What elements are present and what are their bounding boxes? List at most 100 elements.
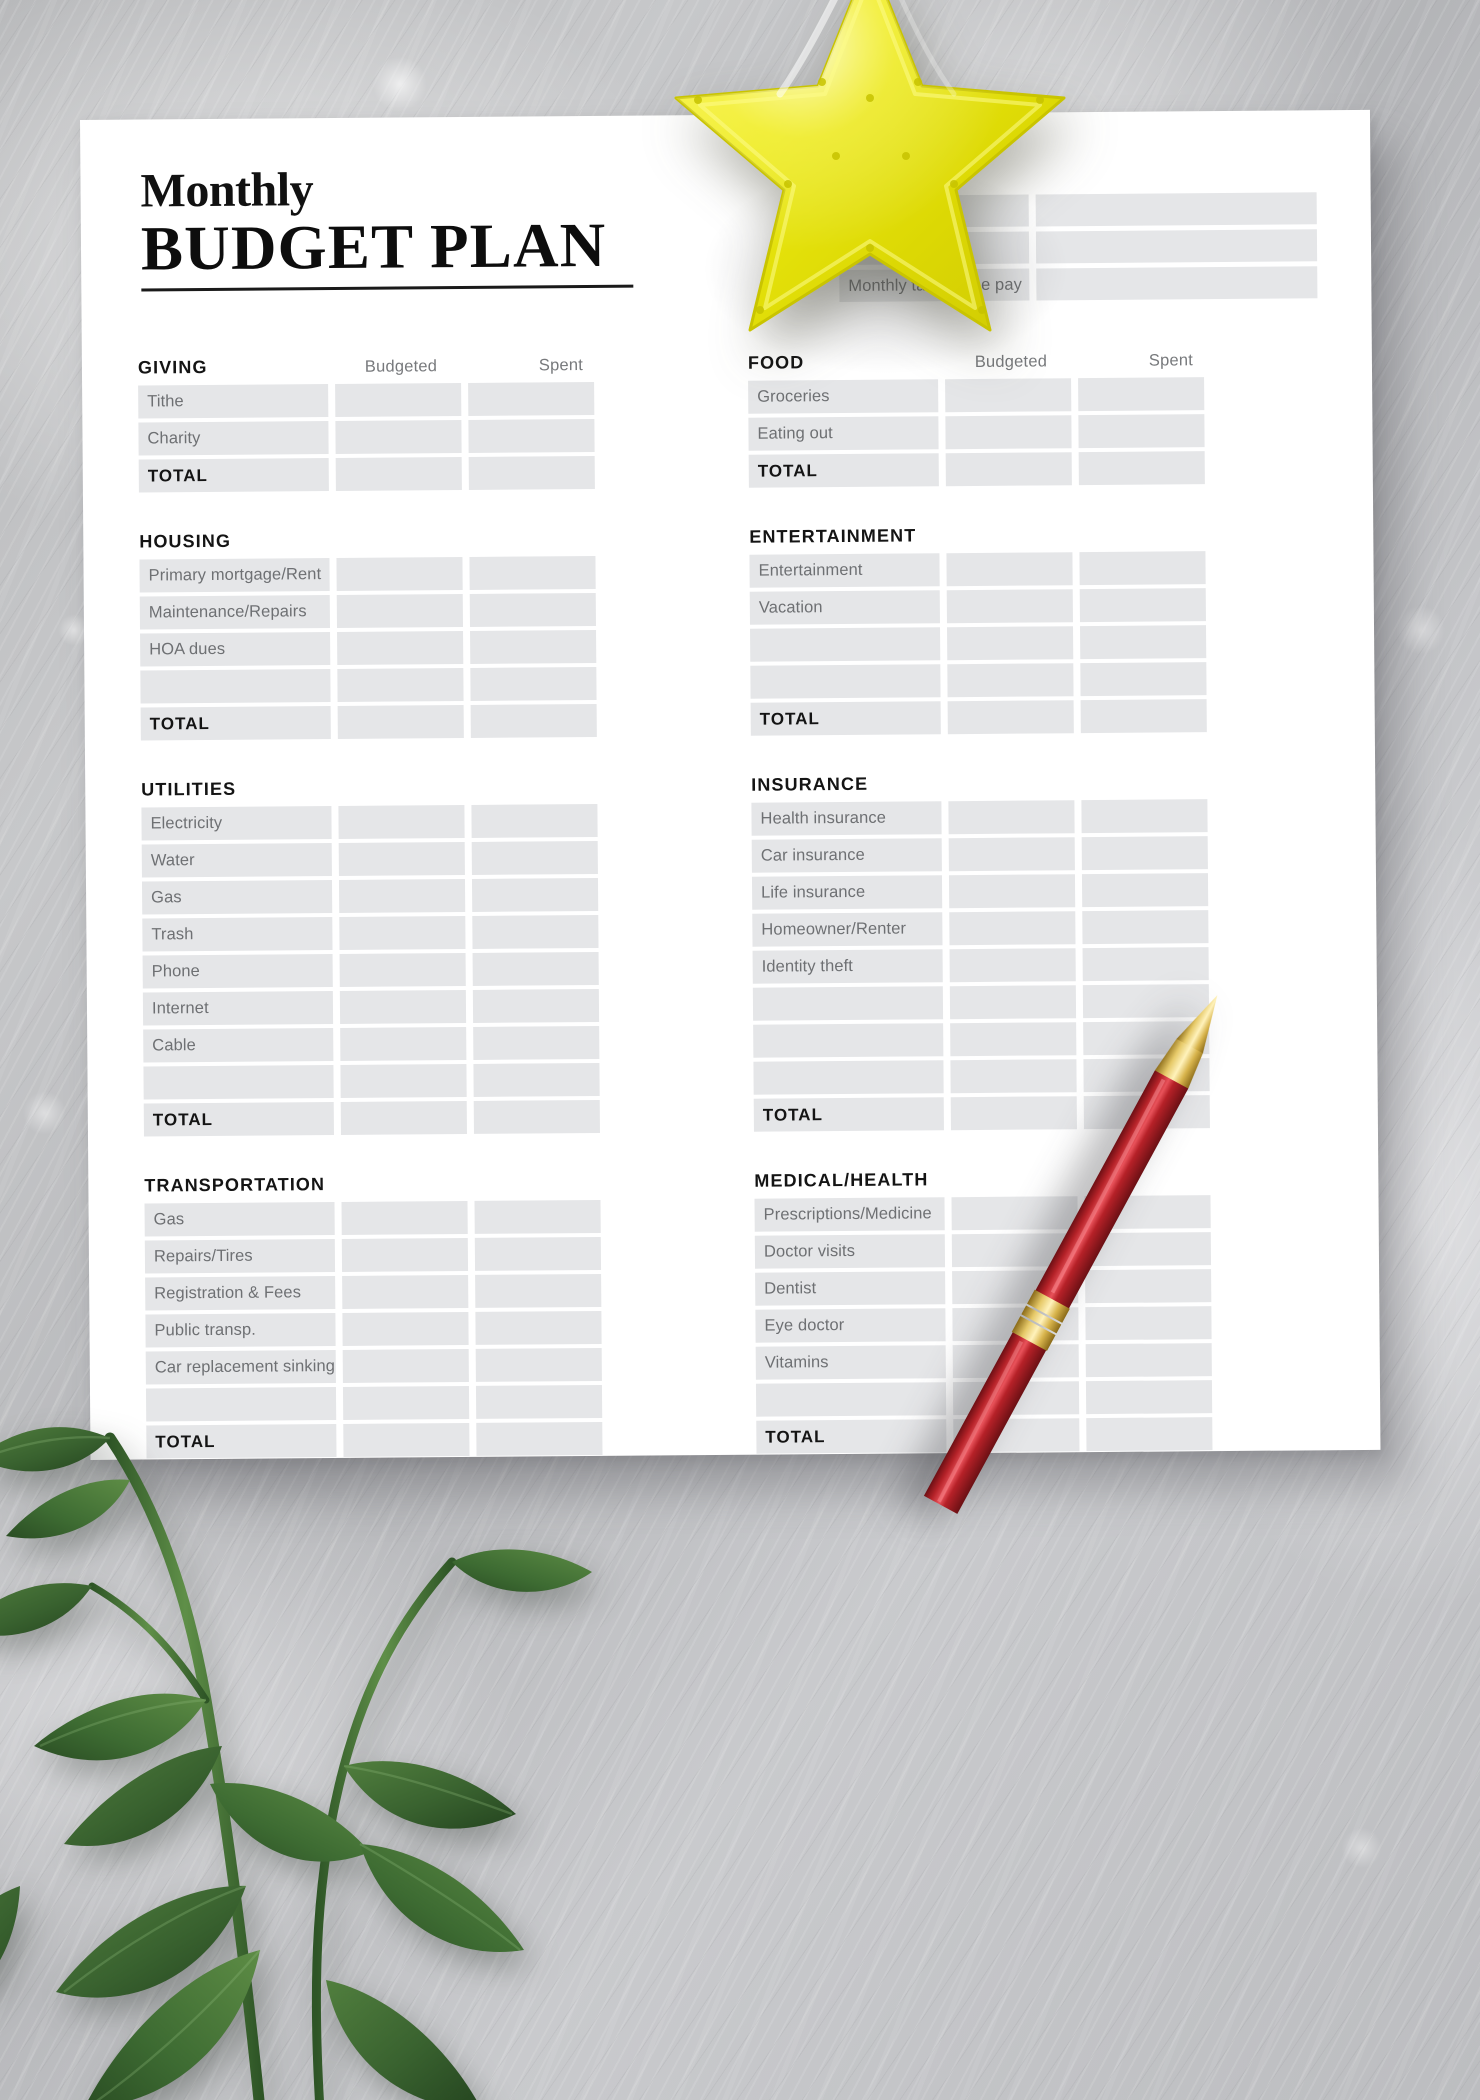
row-label[interactable]: Vacation [749, 590, 940, 625]
row-label[interactable]: Entertainment [749, 553, 940, 588]
spent-input[interactable] [472, 914, 599, 949]
budgeted-input[interactable] [947, 626, 1074, 661]
spent-input[interactable] [470, 629, 597, 664]
budgeted-input[interactable] [336, 594, 463, 628]
spent-input[interactable] [471, 803, 598, 838]
total-spent-input[interactable] [1080, 699, 1207, 734]
budgeted-input[interactable] [947, 663, 1074, 698]
budgeted-input[interactable] [946, 552, 1073, 587]
row-label[interactable]: Dentist [755, 1271, 946, 1306]
budgeted-input[interactable] [949, 911, 1076, 946]
total-budgeted-input[interactable] [950, 1096, 1077, 1131]
row-label[interactable]: Life insurance [751, 875, 943, 910]
budgeted-input[interactable] [335, 383, 462, 418]
spent-input[interactable] [1078, 377, 1205, 412]
row-label[interactable] [750, 627, 941, 662]
total-budgeted-input[interactable] [947, 700, 1074, 735]
row-label[interactable] [753, 1060, 944, 1095]
row-label[interactable] [755, 1382, 947, 1417]
spent-input[interactable] [1078, 414, 1205, 449]
budgeted-input[interactable] [949, 948, 1076, 983]
budgeted-input[interactable] [337, 631, 464, 665]
row-label[interactable]: Car insurance [751, 838, 942, 873]
budgeted-input[interactable] [948, 800, 1075, 835]
row-label[interactable]: Cable [143, 1028, 334, 1063]
spent-input[interactable] [1082, 947, 1209, 982]
spent-input[interactable] [472, 951, 599, 986]
budgeted-input[interactable] [336, 557, 463, 591]
row-label[interactable]: Eating out [748, 416, 939, 451]
spent-input[interactable] [1079, 551, 1206, 586]
row-label[interactable] [140, 669, 331, 704]
row-label[interactable]: Tithe [138, 384, 329, 419]
row-label[interactable]: Internet [142, 991, 334, 1026]
spent-input[interactable] [468, 381, 595, 416]
spent-input[interactable] [1085, 1380, 1213, 1415]
row-label[interactable]: Groceries [748, 379, 939, 414]
total-budgeted-input[interactable] [340, 1100, 467, 1135]
row-label[interactable]: Eye doctor [755, 1308, 946, 1343]
spent-input[interactable] [470, 666, 597, 701]
budgeted-input[interactable] [339, 915, 466, 950]
budgeted-input[interactable] [339, 989, 467, 1024]
row-label[interactable]: Homeowner/Renter [752, 912, 943, 947]
spent-input[interactable] [469, 555, 596, 590]
total-spent-input[interactable] [1086, 1417, 1213, 1452]
spent-input[interactable] [471, 877, 599, 912]
row-label[interactable]: Trash [142, 917, 333, 952]
spent-input[interactable] [473, 1062, 600, 1097]
total-budgeted-input[interactable] [337, 705, 464, 739]
row-label[interactable]: Electricity [141, 806, 332, 841]
spent-input[interactable] [472, 988, 600, 1023]
total-spent-input[interactable] [473, 1099, 600, 1134]
row-label[interactable] [750, 664, 941, 699]
row-label[interactable] [143, 1065, 334, 1100]
spent-input[interactable] [1085, 1343, 1212, 1378]
budgeted-input[interactable] [338, 878, 466, 913]
row-label[interactable]: Identity theft [752, 949, 943, 984]
budgeted-input[interactable] [948, 874, 1076, 909]
total-budgeted-input[interactable] [335, 457, 462, 492]
row-label[interactable] [752, 986, 944, 1021]
budgeted-input[interactable] [337, 668, 464, 702]
spent-input[interactable] [471, 840, 598, 875]
row-label[interactable]: Health insurance [751, 801, 942, 836]
spent-input[interactable] [473, 1025, 600, 1060]
row-label[interactable]: HOA dues [140, 632, 331, 667]
total-spent-input[interactable] [468, 455, 595, 490]
budgeted-input[interactable] [946, 589, 1073, 624]
budgeted-input[interactable] [340, 1026, 467, 1061]
total-budgeted-input[interactable] [945, 452, 1072, 487]
spent-input[interactable] [1082, 910, 1209, 945]
budgeted-input[interactable] [945, 415, 1072, 450]
budgeted-input[interactable] [950, 1022, 1077, 1057]
budgeted-input[interactable] [338, 805, 465, 839]
spent-input[interactable] [469, 592, 596, 627]
row-label[interactable]: Vitamins [755, 1345, 946, 1380]
spent-input[interactable] [1079, 588, 1206, 623]
budgeted-input[interactable] [340, 1063, 467, 1098]
spent-input[interactable] [1081, 873, 1209, 908]
budgeted-input[interactable] [335, 420, 462, 455]
row-label[interactable]: Primary mortgage/Rent [139, 558, 330, 593]
budgeted-input[interactable] [338, 842, 465, 876]
budgeted-input[interactable] [950, 1059, 1077, 1094]
spent-input[interactable] [1081, 799, 1208, 834]
budgeted-input[interactable] [945, 378, 1072, 413]
row-label[interactable]: Phone [142, 954, 333, 989]
budgeted-input[interactable] [339, 952, 466, 987]
budgeted-input[interactable] [949, 985, 1077, 1020]
row-label[interactable]: Gas [141, 880, 333, 915]
row-label[interactable] [753, 1023, 944, 1058]
row-label[interactable]: Prescriptions/Medicine [754, 1197, 945, 1232]
spent-input[interactable] [468, 418, 595, 453]
budgeted-input[interactable] [948, 837, 1075, 872]
row-label[interactable]: Doctor visits [754, 1234, 946, 1269]
row-label[interactable]: Water [141, 843, 332, 878]
total-spent-input[interactable] [1078, 451, 1205, 486]
spent-input[interactable] [1080, 662, 1207, 697]
spent-input[interactable] [1081, 836, 1208, 871]
row-label[interactable]: Maintenance/Repairs [139, 595, 330, 630]
total-spent-input[interactable] [470, 703, 597, 738]
spent-input[interactable] [1080, 625, 1207, 660]
